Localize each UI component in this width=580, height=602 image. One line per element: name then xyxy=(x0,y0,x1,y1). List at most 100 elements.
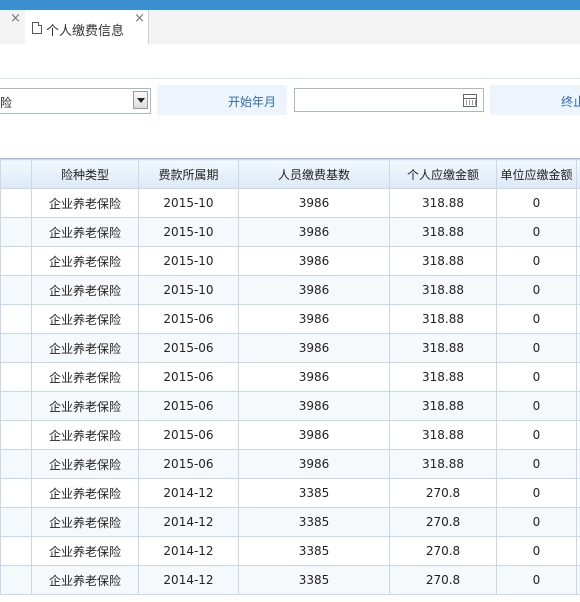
cell-trailing xyxy=(577,479,580,508)
column-header-personal-amount[interactable]: 个人应缴金额 xyxy=(390,160,497,189)
cell-leading xyxy=(1,363,32,392)
cell-personal-amount: 270.8 xyxy=(390,566,497,595)
document-icon xyxy=(32,22,42,34)
cell-trailing xyxy=(577,247,580,276)
cell-personal-amount: 318.88 xyxy=(390,247,497,276)
column-header-insurance-type[interactable]: 险种类型 xyxy=(32,160,139,189)
cell-personal-amount: 318.88 xyxy=(390,450,497,479)
table-row[interactable]: 企业养老保险2014-123385270.80 xyxy=(1,566,580,595)
cell-unit-amount: 0 xyxy=(497,392,577,421)
start-month-label: 开始年月 xyxy=(228,93,276,110)
cell-unit-amount: 0 xyxy=(497,218,577,247)
cell-insurance-type: 企业养老保险 xyxy=(32,566,139,595)
tab-label: 个人缴费信息 xyxy=(46,20,124,39)
table-row[interactable]: 企业养老保险2015-063986318.880 xyxy=(1,305,580,334)
cell-base: 3986 xyxy=(239,247,390,276)
table-row[interactable]: 企业养老保险2015-063986318.880 xyxy=(1,450,580,479)
cell-leading xyxy=(1,450,32,479)
cell-insurance-type: 企业养老保险 xyxy=(32,334,139,363)
cell-unit-amount: 0 xyxy=(497,421,577,450)
cell-period: 2014-12 xyxy=(139,508,239,537)
start-month-input[interactable] xyxy=(294,88,484,112)
column-header-leading xyxy=(1,160,32,189)
table-row[interactable]: 企业养老保险2014-123385270.80 xyxy=(1,479,580,508)
table-row[interactable]: 企业养老保险2015-063986318.880 xyxy=(1,334,580,363)
cell-insurance-type: 企业养老保险 xyxy=(32,305,139,334)
table-row[interactable]: 企业养老保险2014-123385270.80 xyxy=(1,537,580,566)
cell-trailing xyxy=(577,363,580,392)
cell-leading xyxy=(1,247,32,276)
cell-base: 3986 xyxy=(239,305,390,334)
cell-base: 3986 xyxy=(239,450,390,479)
table-row[interactable]: 企业养老保险2015-103986318.880 xyxy=(1,218,580,247)
cell-leading xyxy=(1,334,32,363)
cell-period: 2014-12 xyxy=(139,566,239,595)
cell-base: 3986 xyxy=(239,276,390,305)
cell-base: 3385 xyxy=(239,479,390,508)
table-row[interactable]: 企业养老保险2014-123385270.80 xyxy=(1,508,580,537)
cell-trailing xyxy=(577,189,580,218)
cell-trailing xyxy=(577,392,580,421)
tab-personal-payment-info[interactable]: 个人缴费信息 × xyxy=(25,10,149,45)
cell-base: 3986 xyxy=(239,189,390,218)
cell-personal-amount: 318.88 xyxy=(390,218,497,247)
cell-base: 3986 xyxy=(239,334,390,363)
cell-trailing xyxy=(577,334,580,363)
close-icon[interactable]: × xyxy=(10,12,21,26)
cell-period: 2015-06 xyxy=(139,334,239,363)
cell-trailing xyxy=(577,421,580,450)
table-row[interactable]: 企业养老保险2015-103986318.880 xyxy=(1,247,580,276)
cell-period: 2015-06 xyxy=(139,421,239,450)
tab-previous[interactable]: × xyxy=(0,10,26,44)
table-row[interactable]: 企业养老保险2015-063986318.880 xyxy=(1,363,580,392)
column-header-trailing xyxy=(577,160,580,189)
cell-personal-amount: 318.88 xyxy=(390,189,497,218)
cell-base: 3986 xyxy=(239,421,390,450)
cell-period: 2015-06 xyxy=(139,392,239,421)
cell-unit-amount: 0 xyxy=(497,276,577,305)
cell-insurance-type: 企业养老保险 xyxy=(32,450,139,479)
cell-insurance-type: 企业养老保险 xyxy=(32,189,139,218)
cell-unit-amount: 0 xyxy=(497,566,577,595)
payment-table: 险种类型 费款所属期 人员缴费基数 个人应缴金额 单位应缴金额 企业养老保险20… xyxy=(0,158,580,602)
cell-leading xyxy=(1,305,32,334)
cell-base: 3385 xyxy=(239,566,390,595)
cell-leading xyxy=(1,189,32,218)
cell-insurance-type: 企业养老保险 xyxy=(32,537,139,566)
cell-unit-amount: 0 xyxy=(497,450,577,479)
calendar-icon[interactable] xyxy=(463,94,477,107)
cell-period: 2015-10 xyxy=(139,189,239,218)
cell-insurance-type: 企业养老保险 xyxy=(32,421,139,450)
insurance-type-value: 险 xyxy=(0,94,12,111)
insurance-type-select[interactable]: 险 xyxy=(0,88,151,114)
cell-period: 2014-12 xyxy=(139,479,239,508)
tab-bar: × 个人缴费信息 × xyxy=(0,10,580,45)
cell-insurance-type: 企业养老保险 xyxy=(32,363,139,392)
cell-personal-amount: 318.88 xyxy=(390,334,497,363)
close-icon[interactable]: × xyxy=(134,12,145,26)
cell-period: 2015-06 xyxy=(139,305,239,334)
cell-trailing xyxy=(577,450,580,479)
cell-personal-amount: 318.88 xyxy=(390,392,497,421)
cell-period: 2014-12 xyxy=(139,537,239,566)
cell-personal-amount: 318.88 xyxy=(390,363,497,392)
cell-unit-amount: 0 xyxy=(497,189,577,218)
cell-base: 3986 xyxy=(239,363,390,392)
toolbar xyxy=(0,44,580,79)
cell-unit-amount: 0 xyxy=(497,508,577,537)
table-row[interactable]: 企业养老保险2015-103986318.880 xyxy=(1,276,580,305)
cell-personal-amount: 318.88 xyxy=(390,421,497,450)
cell-period: 2015-10 xyxy=(139,218,239,247)
cell-personal-amount: 318.88 xyxy=(390,305,497,334)
cell-period: 2015-06 xyxy=(139,450,239,479)
cell-trailing xyxy=(577,566,580,595)
table-row[interactable]: 企业养老保险2015-103986318.880 xyxy=(1,189,580,218)
chevron-down-icon[interactable] xyxy=(133,91,148,109)
column-header-period[interactable]: 费款所属期 xyxy=(139,160,239,189)
table-row[interactable]: 企业养老保险2015-063986318.880 xyxy=(1,421,580,450)
column-header-base[interactable]: 人员缴费基数 xyxy=(239,160,390,189)
cell-leading xyxy=(1,276,32,305)
column-header-unit-amount[interactable]: 单位应缴金额 xyxy=(497,160,577,189)
table-row[interactable]: 企业养老保险2015-063986318.880 xyxy=(1,392,580,421)
cell-unit-amount: 0 xyxy=(497,305,577,334)
